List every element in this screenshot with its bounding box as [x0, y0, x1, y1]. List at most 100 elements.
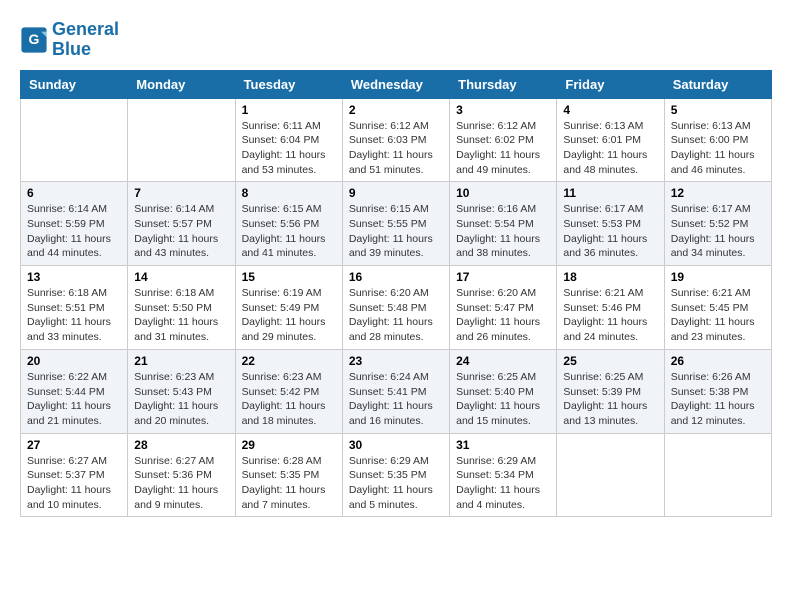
cell-content: Sunrise: 6:26 AM Sunset: 5:38 PM Dayligh…: [671, 370, 765, 429]
cell-content: Sunrise: 6:17 AM Sunset: 5:53 PM Dayligh…: [563, 202, 657, 261]
calendar-cell: 23 Sunrise: 6:24 AM Sunset: 5:41 PM Dayli…: [342, 349, 449, 433]
calendar-row: 27 Sunrise: 6:27 AM Sunset: 5:37 PM Dayli…: [21, 433, 772, 517]
calendar-cell: 24 Sunrise: 6:25 AM Sunset: 5:40 PM Dayli…: [450, 349, 557, 433]
svg-text:G: G: [29, 31, 40, 47]
day-number: 6: [27, 186, 121, 200]
cell-content: Sunrise: 6:18 AM Sunset: 5:51 PM Dayligh…: [27, 286, 121, 345]
calendar-cell: 6 Sunrise: 6:14 AM Sunset: 5:59 PM Daylig…: [21, 182, 128, 266]
day-number: 23: [349, 354, 443, 368]
cell-content: Sunrise: 6:17 AM Sunset: 5:52 PM Dayligh…: [671, 202, 765, 261]
calendar-cell: 20 Sunrise: 6:22 AM Sunset: 5:44 PM Dayli…: [21, 349, 128, 433]
day-number: 22: [242, 354, 336, 368]
calendar-table: SundayMondayTuesdayWednesdayThursdayFrid…: [20, 70, 772, 518]
day-number: 15: [242, 270, 336, 284]
day-number: 2: [349, 103, 443, 117]
cell-content: Sunrise: 6:22 AM Sunset: 5:44 PM Dayligh…: [27, 370, 121, 429]
cell-content: Sunrise: 6:19 AM Sunset: 5:49 PM Dayligh…: [242, 286, 336, 345]
day-number: 4: [563, 103, 657, 117]
calendar-cell: 30 Sunrise: 6:29 AM Sunset: 5:35 PM Dayli…: [342, 433, 449, 517]
day-number: 25: [563, 354, 657, 368]
page-header: G General Blue: [20, 20, 772, 60]
day-number: 3: [456, 103, 550, 117]
logo-icon: G: [20, 26, 48, 54]
day-number: 16: [349, 270, 443, 284]
cell-content: Sunrise: 6:15 AM Sunset: 5:55 PM Dayligh…: [349, 202, 443, 261]
calendar-cell: [21, 98, 128, 182]
day-number: 13: [27, 270, 121, 284]
calendar-cell: 15 Sunrise: 6:19 AM Sunset: 5:49 PM Dayli…: [235, 266, 342, 350]
day-number: 12: [671, 186, 765, 200]
day-number: 18: [563, 270, 657, 284]
cell-content: Sunrise: 6:23 AM Sunset: 5:43 PM Dayligh…: [134, 370, 228, 429]
column-header-sunday: Sunday: [21, 70, 128, 98]
cell-content: Sunrise: 6:21 AM Sunset: 5:46 PM Dayligh…: [563, 286, 657, 345]
day-number: 24: [456, 354, 550, 368]
cell-content: Sunrise: 6:20 AM Sunset: 5:47 PM Dayligh…: [456, 286, 550, 345]
cell-content: Sunrise: 6:12 AM Sunset: 6:02 PM Dayligh…: [456, 119, 550, 178]
cell-content: Sunrise: 6:25 AM Sunset: 5:40 PM Dayligh…: [456, 370, 550, 429]
cell-content: Sunrise: 6:16 AM Sunset: 5:54 PM Dayligh…: [456, 202, 550, 261]
calendar-cell: 12 Sunrise: 6:17 AM Sunset: 5:52 PM Dayli…: [664, 182, 771, 266]
calendar-row: 20 Sunrise: 6:22 AM Sunset: 5:44 PM Dayli…: [21, 349, 772, 433]
calendar-cell: 18 Sunrise: 6:21 AM Sunset: 5:46 PM Dayli…: [557, 266, 664, 350]
calendar-cell: 4 Sunrise: 6:13 AM Sunset: 6:01 PM Daylig…: [557, 98, 664, 182]
cell-content: Sunrise: 6:13 AM Sunset: 6:00 PM Dayligh…: [671, 119, 765, 178]
calendar-cell: 31 Sunrise: 6:29 AM Sunset: 5:34 PM Dayli…: [450, 433, 557, 517]
calendar-cell: 22Sunrise: 6:23 AM Sunset: 5:42 PM Dayli…: [235, 349, 342, 433]
calendar-cell: 14Sunrise: 6:18 AM Sunset: 5:50 PM Dayli…: [128, 266, 235, 350]
day-number: 1: [242, 103, 336, 117]
day-number: 5: [671, 103, 765, 117]
column-header-monday: Monday: [128, 70, 235, 98]
column-header-thursday: Thursday: [450, 70, 557, 98]
day-number: 30: [349, 438, 443, 452]
calendar-cell: 17 Sunrise: 6:20 AM Sunset: 5:47 PM Dayli…: [450, 266, 557, 350]
day-number: 29: [242, 438, 336, 452]
calendar-cell: 9Sunrise: 6:15 AM Sunset: 5:55 PM Daylig…: [342, 182, 449, 266]
cell-content: Sunrise: 6:29 AM Sunset: 5:35 PM Dayligh…: [349, 454, 443, 513]
calendar-cell: [128, 98, 235, 182]
cell-content: Sunrise: 6:13 AM Sunset: 6:01 PM Dayligh…: [563, 119, 657, 178]
cell-content: Sunrise: 6:20 AM Sunset: 5:48 PM Dayligh…: [349, 286, 443, 345]
calendar-cell: 10 Sunrise: 6:16 AM Sunset: 5:54 PM Dayli…: [450, 182, 557, 266]
day-number: 8: [242, 186, 336, 200]
calendar-cell: 2 Sunrise: 6:12 AM Sunset: 6:03 PM Daylig…: [342, 98, 449, 182]
cell-content: Sunrise: 6:25 AM Sunset: 5:39 PM Dayligh…: [563, 370, 657, 429]
calendar-row: 6 Sunrise: 6:14 AM Sunset: 5:59 PM Daylig…: [21, 182, 772, 266]
cell-content: Sunrise: 6:27 AM Sunset: 5:36 PM Dayligh…: [134, 454, 228, 513]
calendar-cell: 1 Sunrise: 6:11 AM Sunset: 6:04 PM Daylig…: [235, 98, 342, 182]
calendar-cell: 25 Sunrise: 6:25 AM Sunset: 5:39 PM Dayli…: [557, 349, 664, 433]
cell-content: Sunrise: 6:29 AM Sunset: 5:34 PM Dayligh…: [456, 454, 550, 513]
day-number: 31: [456, 438, 550, 452]
cell-content: Sunrise: 6:28 AM Sunset: 5:35 PM Dayligh…: [242, 454, 336, 513]
cell-content: Sunrise: 6:14 AM Sunset: 5:59 PM Dayligh…: [27, 202, 121, 261]
calendar-cell: 16 Sunrise: 6:20 AM Sunset: 5:48 PM Dayli…: [342, 266, 449, 350]
calendar-cell: 27 Sunrise: 6:27 AM Sunset: 5:37 PM Dayli…: [21, 433, 128, 517]
day-number: 28: [134, 438, 228, 452]
day-number: 26: [671, 354, 765, 368]
calendar-cell: 13 Sunrise: 6:18 AM Sunset: 5:51 PM Dayli…: [21, 266, 128, 350]
calendar-row: 1 Sunrise: 6:11 AM Sunset: 6:04 PM Daylig…: [21, 98, 772, 182]
calendar-cell: 5 Sunrise: 6:13 AM Sunset: 6:00 PM Daylig…: [664, 98, 771, 182]
day-number: 14: [134, 270, 228, 284]
cell-content: Sunrise: 6:11 AM Sunset: 6:04 PM Dayligh…: [242, 119, 336, 178]
day-number: 21: [134, 354, 228, 368]
calendar-row: 13 Sunrise: 6:18 AM Sunset: 5:51 PM Dayli…: [21, 266, 772, 350]
day-number: 20: [27, 354, 121, 368]
day-number: 27: [27, 438, 121, 452]
cell-content: Sunrise: 6:27 AM Sunset: 5:37 PM Dayligh…: [27, 454, 121, 513]
calendar-cell: 26 Sunrise: 6:26 AM Sunset: 5:38 PM Dayli…: [664, 349, 771, 433]
calendar-cell: [664, 433, 771, 517]
calendar-cell: [557, 433, 664, 517]
cell-content: Sunrise: 6:15 AM Sunset: 5:56 PM Dayligh…: [242, 202, 336, 261]
day-number: 10: [456, 186, 550, 200]
cell-content: Sunrise: 6:24 AM Sunset: 5:41 PM Dayligh…: [349, 370, 443, 429]
calendar-cell: 8 Sunrise: 6:15 AM Sunset: 5:56 PM Daylig…: [235, 182, 342, 266]
calendar-cell: 7Sunrise: 6:14 AM Sunset: 5:57 PM Daylig…: [128, 182, 235, 266]
calendar-cell: 28 Sunrise: 6:27 AM Sunset: 5:36 PM Dayli…: [128, 433, 235, 517]
day-number: 19: [671, 270, 765, 284]
cell-content: Sunrise: 6:21 AM Sunset: 5:45 PM Dayligh…: [671, 286, 765, 345]
day-number: 17: [456, 270, 550, 284]
column-header-saturday: Saturday: [664, 70, 771, 98]
cell-content: Sunrise: 6:12 AM Sunset: 6:03 PM Dayligh…: [349, 119, 443, 178]
logo: G General Blue: [20, 20, 119, 60]
